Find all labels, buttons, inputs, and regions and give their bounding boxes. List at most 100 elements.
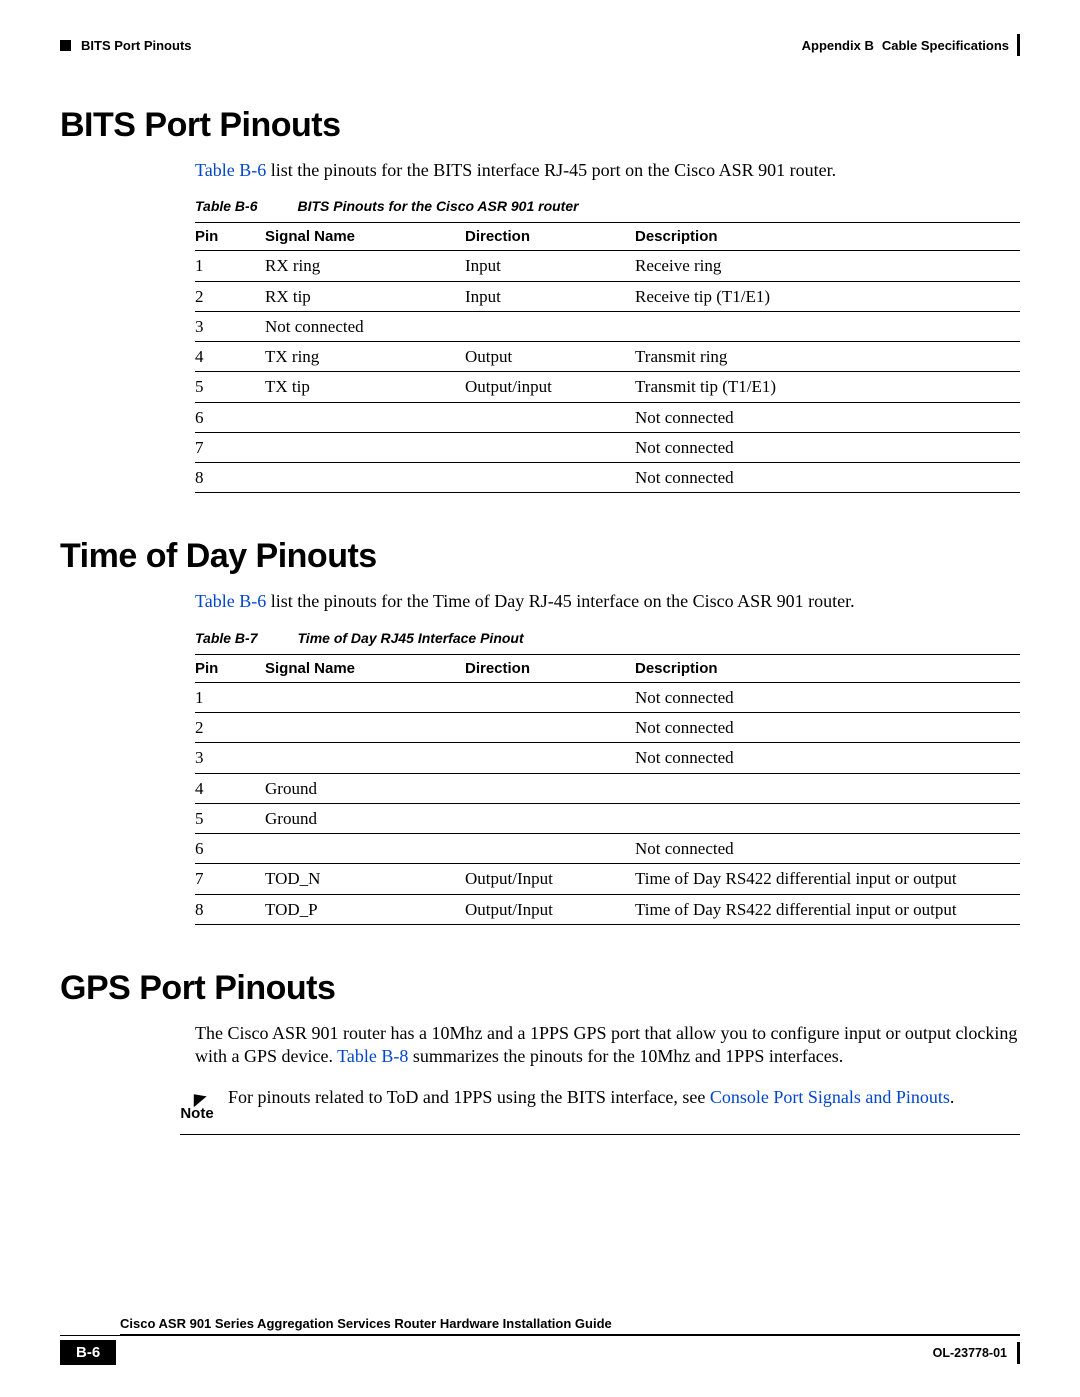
cell-dir (465, 311, 635, 341)
cell-signal (265, 432, 465, 462)
table-caption-tod: Table B-7Time of Day RJ45 Interface Pino… (195, 630, 1020, 646)
cell-pin: 7 (195, 864, 265, 894)
cell-dir (465, 682, 635, 712)
cell-signal (265, 682, 465, 712)
link-table-b6-tod[interactable]: Table B-6 (195, 591, 266, 611)
bar-icon (1017, 1342, 1020, 1364)
col-signal: Signal Name (265, 223, 465, 251)
table-row: 1RX ringInputReceive ring (195, 251, 1020, 281)
note-text-b: . (950, 1087, 955, 1107)
bar-icon (1017, 34, 1020, 56)
cell-dir (465, 834, 635, 864)
cell-signal: TX ring (265, 342, 465, 372)
cell-pin: 8 (195, 894, 265, 924)
gps-text-b: summarizes the pinouts for the 10Mhz and… (408, 1046, 843, 1066)
cell-signal (265, 463, 465, 493)
cell-dir: Output/Input (465, 864, 635, 894)
cell-dir (465, 432, 635, 462)
col-direction: Direction (465, 223, 635, 251)
section-heading-tod: Time of Day Pinouts (60, 537, 1020, 576)
intro-tod: Table B-6 list the pinouts for the Time … (195, 590, 1020, 613)
link-console-port[interactable]: Console Port Signals and Pinouts (710, 1087, 950, 1107)
cell-desc: Time of Day RS422 differential input or … (635, 894, 1020, 924)
cell-desc: Not connected (635, 432, 1020, 462)
cell-pin: 1 (195, 251, 265, 281)
cell-pin: 8 (195, 463, 265, 493)
table-row: 6 Not connected (195, 402, 1020, 432)
table-row: 8TOD_POutput/InputTime of Day RS422 diff… (195, 894, 1020, 924)
col-direction: Direction (465, 654, 635, 682)
col-description: Description (635, 654, 1020, 682)
table-row: 5Ground (195, 803, 1020, 833)
cell-signal: RX ring (265, 251, 465, 281)
table-tod-pinouts: Pin Signal Name Direction Description 1N… (195, 654, 1020, 925)
cell-dir: Input (465, 251, 635, 281)
link-table-b6[interactable]: Table B-6 (195, 160, 266, 180)
table-row: 1 Not connected (195, 682, 1020, 712)
page-header: BITS Port Pinouts Appendix B Cable Speci… (60, 38, 1020, 56)
note-label: Note (180, 1105, 213, 1122)
intro-gps: The Cisco ASR 901 router has a 10Mhz and… (195, 1022, 1020, 1069)
header-right: Appendix B Cable Specifications (802, 34, 1020, 56)
cell-signal: Ground (265, 803, 465, 833)
cell-dir: Output/Input (465, 894, 635, 924)
cell-pin: 7 (195, 432, 265, 462)
table-row: 8 Not connected (195, 463, 1020, 493)
cell-dir: Output (465, 342, 635, 372)
cell-signal: TOD_N (265, 864, 465, 894)
intro-tod-text: list the pinouts for the Time of Day RJ-… (266, 591, 854, 611)
cell-desc: Not connected (635, 402, 1020, 432)
cell-pin: 5 (195, 803, 265, 833)
table-row: 6Not connected (195, 834, 1020, 864)
cell-desc (635, 803, 1020, 833)
col-pin: Pin (195, 223, 265, 251)
note-block: Note For pinouts related to ToD and 1PPS… (180, 1087, 1020, 1135)
cell-pin: 3 (195, 311, 265, 341)
table-row: 3Not connected (195, 743, 1020, 773)
footer-right: OL-23778-01 (933, 1342, 1020, 1364)
link-table-b8[interactable]: Table B-8 (337, 1046, 408, 1066)
footer-doc-title: Cisco ASR 901 Series Aggregation Service… (120, 1316, 1020, 1335)
section-heading-bits: BITS Port Pinouts (60, 106, 1020, 145)
note-text: For pinouts related to ToD and 1PPS usin… (228, 1087, 1020, 1108)
header-appendix-title: Cable Specifications (882, 38, 1009, 53)
col-description: Description (635, 223, 1020, 251)
col-signal: Signal Name (265, 654, 465, 682)
doc-ol-number: OL-23778-01 (933, 1346, 1007, 1360)
cell-signal (265, 402, 465, 432)
header-section: BITS Port Pinouts (81, 38, 192, 53)
page-footer: B-6 OL-23778-01 (60, 1335, 1020, 1365)
cell-signal: Not connected (265, 311, 465, 341)
cell-pin: 1 (195, 682, 265, 712)
cell-desc: Transmit tip (T1/E1) (635, 372, 1020, 402)
cell-desc: Transmit ring (635, 342, 1020, 372)
table-row: 3Not connected (195, 311, 1020, 341)
cell-desc: Not connected (635, 463, 1020, 493)
footer-line: B-6 OL-23778-01 (60, 1335, 1020, 1365)
header-appendix: Appendix B (802, 38, 874, 53)
cell-signal: Ground (265, 773, 465, 803)
cell-desc: Not connected (635, 713, 1020, 743)
table-caption-bits: Table B-6BITS Pinouts for the Cisco ASR … (195, 198, 1020, 214)
intro-bits: Table B-6 list the pinouts for the BITS … (195, 159, 1020, 182)
table-row: 5TX tipOutput/inputTransmit tip (T1/E1) (195, 372, 1020, 402)
table-row: 2RX tipInputReceive tip (T1/E1) (195, 281, 1020, 311)
cell-pin: 6 (195, 402, 265, 432)
cell-pin: 6 (195, 834, 265, 864)
cell-pin: 2 (195, 713, 265, 743)
cell-pin: 4 (195, 342, 265, 372)
cell-signal (265, 713, 465, 743)
table-row: 2 Not connected (195, 713, 1020, 743)
cell-dir (465, 743, 635, 773)
page-number: B-6 (60, 1340, 116, 1365)
cell-desc (635, 773, 1020, 803)
cell-signal (265, 743, 465, 773)
cell-dir (465, 713, 635, 743)
caption-title: BITS Pinouts for the Cisco ASR 901 route… (298, 198, 579, 214)
note-text-a: For pinouts related to ToD and 1PPS usin… (228, 1087, 710, 1107)
cell-dir (465, 773, 635, 803)
cell-desc: Not connected (635, 682, 1020, 712)
cell-desc: Time of Day RS422 differential input or … (635, 864, 1020, 894)
cell-dir (465, 803, 635, 833)
table-row: 4Ground (195, 773, 1020, 803)
